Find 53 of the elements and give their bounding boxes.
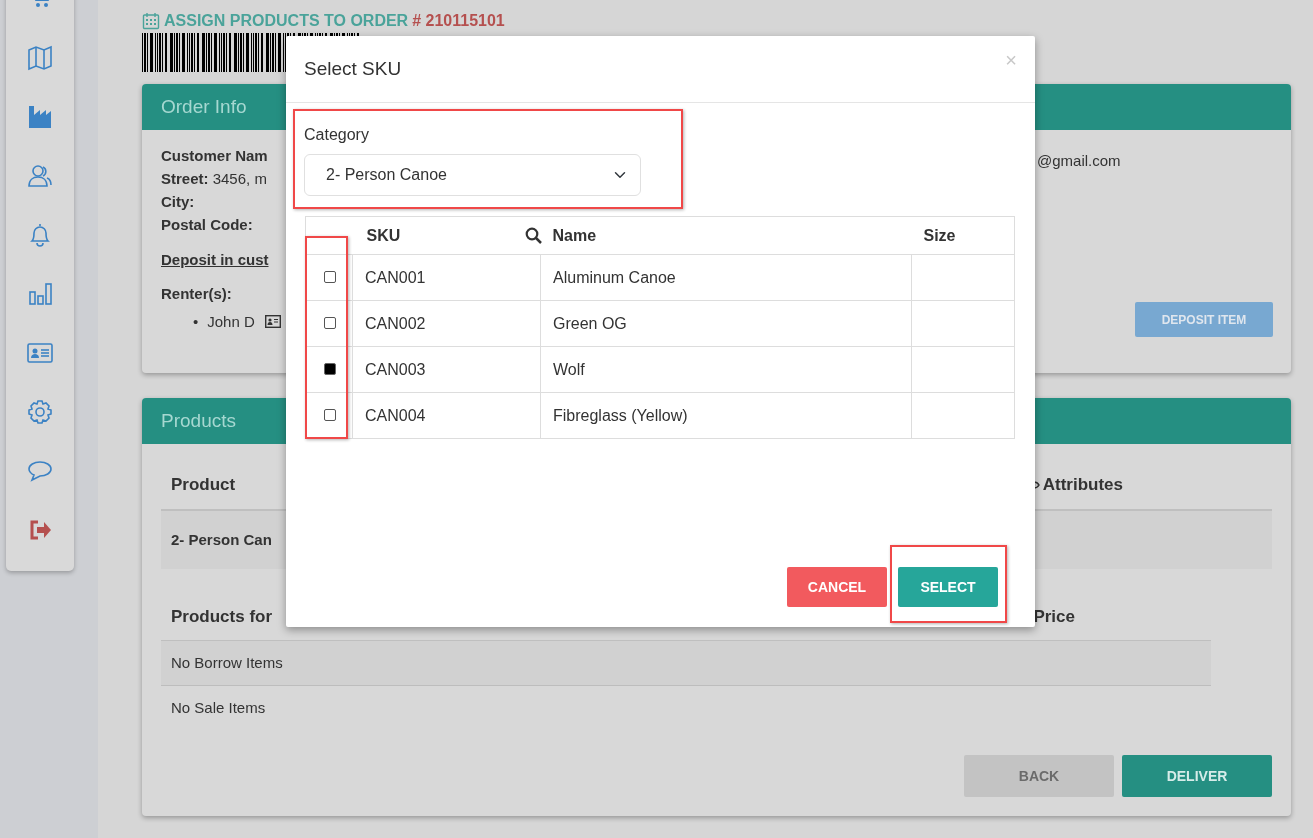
table-cell-text: No Sale Items	[170, 698, 267, 719]
table-cell: CAN004	[352, 392, 541, 439]
column-header: Price	[1033, 605, 1075, 628]
deposit-item-button[interactable]: DEPOSIT ITEM	[1135, 302, 1273, 337]
deposit-link[interactable]: Deposit in cust	[161, 249, 269, 272]
table-cell: Green OG	[540, 300, 912, 347]
list-bullet: •	[193, 311, 199, 332]
info-line: Customer Nam	[161, 146, 268, 166]
bar-chart-icon[interactable]	[27, 281, 53, 307]
checkbox[interactable]	[324, 316, 336, 329]
id-card-icon	[264, 314, 281, 328]
field-label: Category	[304, 125, 370, 145]
search-icon[interactable]	[524, 227, 542, 244]
factory-icon[interactable]	[27, 104, 53, 130]
info-line: Postal Code:	[161, 215, 253, 235]
category-select[interactable]: 2- Person Canoe	[304, 154, 641, 196]
checkbox[interactable]	[324, 408, 336, 421]
column-header: SKU	[366, 225, 401, 246]
close-button[interactable]: ×	[1005, 50, 1017, 70]
speech-bubble-icon[interactable]	[27, 458, 53, 484]
page-title: ASSIGN PRODUCTS TO ORDER	[164, 11, 409, 31]
bell-icon[interactable]	[27, 222, 53, 248]
deliver-button[interactable]: DELIVER	[1122, 755, 1272, 797]
table-cell: CAN003	[352, 346, 541, 393]
dialog-title: Select SKU	[304, 56, 402, 81]
column-header: Name	[552, 226, 597, 244]
email-text: @gmail.com	[1037, 151, 1121, 171]
info-line: City:	[161, 192, 195, 212]
table-cell: Fibreglass (Yellow)	[540, 392, 912, 439]
checkbox[interactable]	[324, 362, 336, 375]
card-title: Order Info	[161, 94, 247, 119]
table-cell: CAN002	[352, 300, 541, 347]
table-cell: Aluminum Canoe	[540, 254, 912, 301]
info-label: Renter(s):	[161, 283, 232, 304]
back-button[interactable]: BACK	[964, 755, 1114, 797]
settings-icon[interactable]	[27, 399, 53, 425]
checkbox[interactable]	[324, 270, 336, 283]
card-title: Products	[161, 408, 236, 433]
cancel-button[interactable]: CANCEL	[787, 567, 887, 607]
info-line: Street: 3456, m	[161, 169, 267, 189]
column-header: Size	[923, 226, 956, 244]
column-header: Products for	[171, 605, 273, 628]
table-cell: No Borrow Items	[161, 641, 1211, 686]
select-button[interactable]: SELECT	[898, 567, 998, 607]
renter-name: John D	[207, 311, 255, 332]
order-number: # 210115101	[412, 11, 505, 31]
column-header: Product	[171, 473, 236, 496]
users-icon[interactable]	[27, 163, 53, 189]
map-icon[interactable]	[27, 45, 53, 71]
calendar-icon	[142, 12, 160, 30]
table-cell: Wolf	[540, 346, 912, 393]
table-cell: CAN001	[352, 254, 541, 301]
id-card-icon[interactable]	[27, 340, 53, 366]
